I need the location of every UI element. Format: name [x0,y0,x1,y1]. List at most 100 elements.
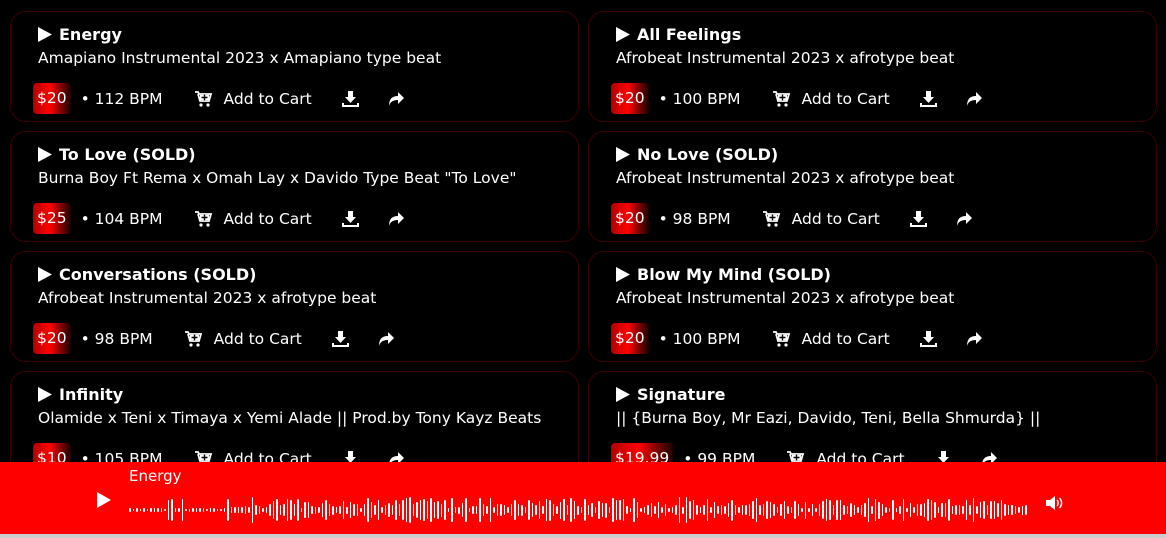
waveform-bar [864,503,866,517]
beat-subtitle: Amapiano Instrumental 2023 x Amapiano ty… [38,49,442,67]
add-to-cart-button[interactable]: Add to Cart [772,90,890,108]
beat-subtitle: || {Burna Boy, Mr Eazi, Davido, Teni, Be… [616,409,1041,427]
share-icon[interactable] [966,330,983,347]
play-icon[interactable] [38,266,52,282]
waveform-bar [930,500,932,520]
beat-subtitle: Afrobeat Instrumental 2023 x afrotype be… [38,289,377,307]
waveform-bar [1000,499,1002,521]
share-icon[interactable] [388,210,405,227]
play-icon[interactable] [96,491,112,509]
waveform-bar [808,507,810,513]
waveform-bar [391,504,393,516]
waveform-bar [839,500,841,520]
price-badge: $25 [33,203,71,234]
cart-icon [772,330,790,347]
price-badge: $20 [611,83,649,114]
waveform-bar [748,504,750,516]
play-icon[interactable] [38,26,52,42]
waveform-bar [255,505,257,515]
play-icon[interactable] [38,146,52,162]
play-icon[interactable] [616,146,630,162]
waveform-bar [398,504,400,516]
play-icon[interactable] [616,26,630,42]
waveform-bar [745,505,747,515]
add-to-cart-button[interactable]: Add to Cart [762,210,880,228]
add-to-cart-button[interactable]: Add to Cart [184,330,302,348]
waveform-bar [542,505,544,515]
beat-title[interactable]: To Love (SOLD) [59,145,196,164]
waveform-bar [451,498,453,522]
download-icon[interactable] [331,330,349,347]
play-icon[interactable] [616,386,630,402]
waveform-bar [139,508,141,512]
waveform-bar [356,503,358,517]
waveform-bar [685,497,687,523]
waveform-bar [272,501,274,519]
waveform-bar [612,497,614,523]
waveform-bar [783,501,785,519]
add-to-cart-button[interactable]: Add to Cart [194,210,312,228]
beat-subtitle: Olamide x Teni x Timaya x Yemi Alade || … [38,409,542,427]
beat-card: No Love (SOLD) Afrobeat Instrumental 202… [588,131,1157,242]
play-icon[interactable] [38,386,52,402]
play-icon[interactable] [616,266,630,282]
beat-title[interactable]: All Feelings [637,25,741,44]
waveform-bar [829,499,831,521]
waveform-bar [297,499,299,521]
waveform-bar [759,504,761,516]
waveform-bar [192,507,194,513]
add-to-cart-button[interactable]: Add to Cart [772,330,890,348]
waveform-bar [510,503,512,517]
waveform-bar [769,502,771,518]
waveform-bar [573,500,575,520]
waveform-bar [430,498,432,522]
waveform-bar [367,497,369,523]
share-icon[interactable] [378,330,395,347]
download-icon[interactable] [341,210,359,227]
waveform-bar [332,505,334,515]
waveform-bar [934,501,936,519]
waveform-bar [328,503,330,517]
share-icon[interactable] [388,90,405,107]
beat-title[interactable]: Conversations (SOLD) [59,265,256,284]
beat-title[interactable]: No Love (SOLD) [637,145,778,164]
download-icon[interactable] [341,90,359,107]
waveform-bar [895,507,897,513]
waveform-bar [314,506,316,514]
waveform-bar [412,504,414,516]
waveform-bar [703,504,705,516]
waveform-bar [433,502,435,518]
waveform-bar [794,501,796,519]
download-icon[interactable] [919,330,937,347]
beat-subtitle: Afrobeat Instrumental 2023 x afrotype be… [616,49,955,67]
waveform-bar [1018,506,1020,514]
waveform-bar [948,499,950,521]
waveform-bar [591,503,593,517]
waveform-bar [262,508,264,512]
waveform-seekbar[interactable] [129,492,1029,528]
waveform-bar [220,508,222,512]
download-icon[interactable] [909,210,927,227]
beat-title[interactable]: Signature [637,385,725,404]
download-icon[interactable] [919,90,937,107]
waveform-bar [843,504,845,516]
waveform-bar [153,508,155,512]
waveform-bar [818,504,820,516]
share-icon[interactable] [956,210,973,227]
volume-icon[interactable] [1045,495,1063,511]
beat-title[interactable]: Blow My Mind (SOLD) [637,265,831,284]
beat-subtitle: Burna Boy Ft Rema x Omah Lay x Davido Ty… [38,169,517,187]
waveform-bar [878,501,880,519]
waveform-bar [143,508,145,512]
waveform-bar [850,502,852,518]
waveform-bar [906,507,908,513]
share-icon[interactable] [966,90,983,107]
waveform-bar [377,500,379,520]
waveform-bar [290,500,292,520]
cart-icon [762,210,780,227]
beat-title[interactable]: Infinity [59,385,123,404]
beat-title[interactable]: Energy [59,25,122,44]
add-to-cart-button[interactable]: Add to Cart [194,90,312,108]
waveform-bar [654,506,656,514]
waveform-bar [178,508,180,512]
